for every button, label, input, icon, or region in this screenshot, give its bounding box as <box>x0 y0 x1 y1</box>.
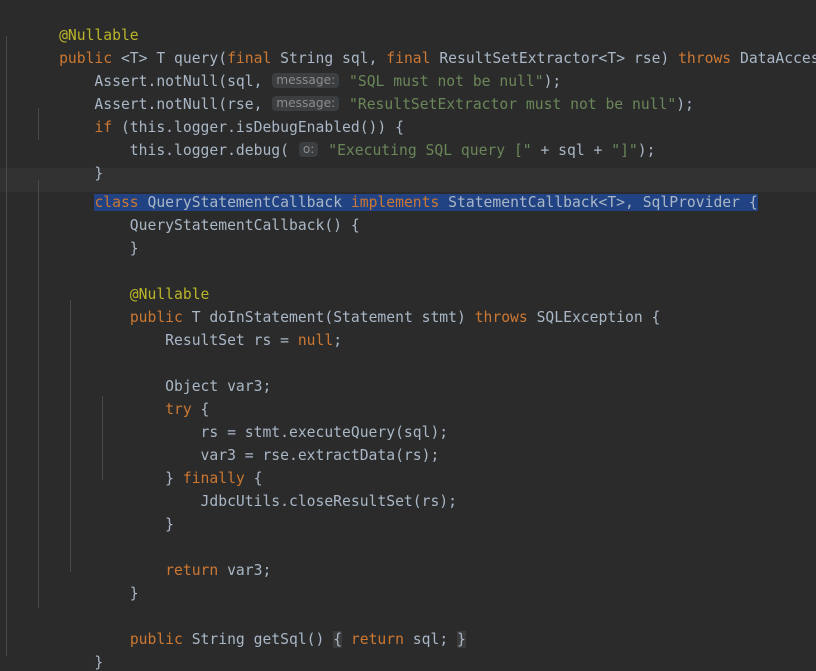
code-line[interactable]: Assert.notNull(sql, message: "SQL must n… <box>0 46 561 90</box>
code-editor[interactable]: @Nullable public <T> T query(final Strin… <box>0 0 816 671</box>
keyword-token: public <box>129 631 183 648</box>
code-line[interactable]: Object var3; <box>0 351 271 395</box>
matched-brace-close: } <box>457 631 466 648</box>
code-token: var3; <box>218 562 272 579</box>
keyword-token: throws <box>474 309 528 326</box>
keyword-token: implements <box>350 194 440 211</box>
code-line[interactable]: } <box>0 489 174 533</box>
code-token: ); <box>637 142 656 159</box>
code-lines-layer[interactable]: @Nullable public <T> T query(final Strin… <box>0 0 816 671</box>
string-token: "]" <box>611 142 638 159</box>
code-line-selected[interactable]: class QueryStatementCallback implements … <box>0 167 758 211</box>
code-line[interactable]: public String getSql() { return sql; } <box>0 604 466 648</box>
code-token: } <box>59 585 139 602</box>
code-line[interactable]: } <box>0 558 139 602</box>
code-line[interactable]: return var3; <box>0 535 271 579</box>
keyword-token: return <box>165 562 219 579</box>
code-line[interactable]: try { <box>0 374 209 418</box>
code-line[interactable]: rs = stmt.executeQuery(sql); <box>0 397 449 441</box>
code-token: } <box>59 240 139 257</box>
code-token: ResultSet rs = <box>59 332 298 349</box>
code-line[interactable]: this.logger.debug( o: "Executing SQL que… <box>0 115 655 159</box>
code-line[interactable]: Assert.notNull(rse, message: "ResultSetE… <box>0 69 694 113</box>
code-line[interactable]: ResultSet rs = null; <box>0 305 342 349</box>
code-line[interactable]: var3 = rse.extractData(rs); <box>0 420 440 464</box>
code-line[interactable]: } finally { <box>0 443 262 487</box>
code-token: String getSql() <box>182 631 334 648</box>
code-token: sql; <box>403 631 458 648</box>
code-token: } <box>59 516 175 533</box>
code-token: SQLException { <box>527 309 661 326</box>
code-token: DataAccessException { <box>739 50 816 67</box>
code-token: } <box>59 654 104 671</box>
parameter-hint-badge[interactable]: o: <box>298 142 319 157</box>
keyword-token: return <box>350 631 404 648</box>
string-token: "Executing SQL query [" <box>319 142 532 159</box>
code-token: StatementCallback<T>, SqlProvider { <box>439 194 758 211</box>
code-line[interactable]: QueryStatementCallback() { <box>0 190 360 234</box>
code-line[interactable]: public <T> T query(final String sql, fin… <box>0 23 816 67</box>
code-line[interactable]: @Nullable <box>0 259 210 303</box>
code-line[interactable]: @Nullable <box>0 0 139 44</box>
code-token: + sql + <box>531 142 612 159</box>
code-token: ; <box>333 332 343 349</box>
code-line[interactable]: if (this.logger.isDebugEnabled()) { <box>0 92 404 136</box>
code-line[interactable]: public T doInStatement(Statement stmt) t… <box>0 282 661 326</box>
code-line[interactable]: } <box>0 213 139 257</box>
code-token: ); <box>676 96 694 113</box>
keyword-token: throws <box>678 50 732 67</box>
code-line[interactable]: JdbcUtils.closeResultSet(rs); <box>0 466 457 510</box>
keyword-token: null <box>297 332 334 349</box>
matched-brace-open: { <box>333 631 343 648</box>
code-line[interactable]: } <box>0 138 103 182</box>
code-line[interactable]: } <box>0 627 103 671</box>
